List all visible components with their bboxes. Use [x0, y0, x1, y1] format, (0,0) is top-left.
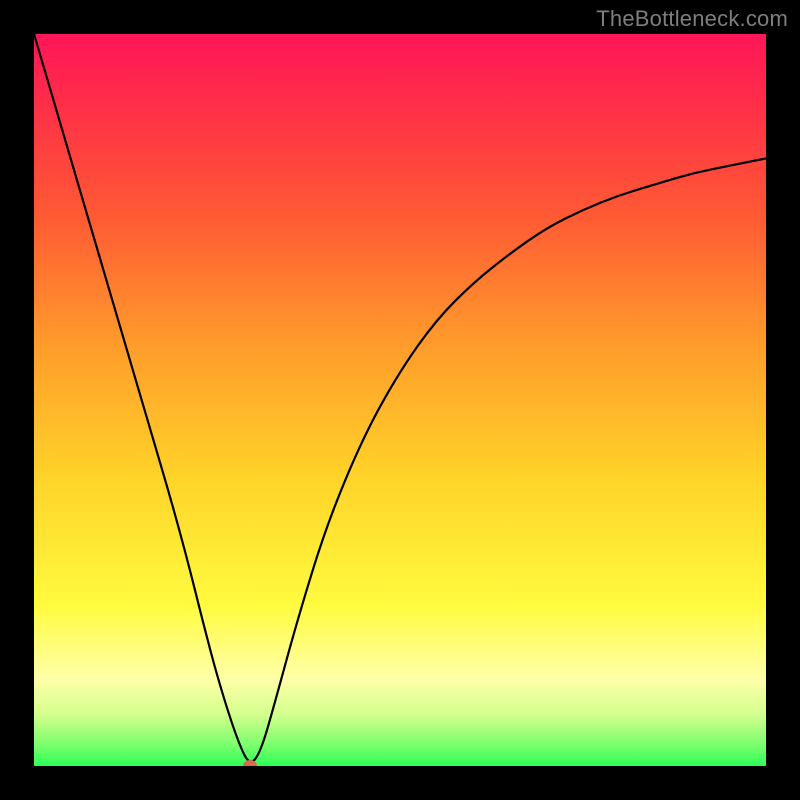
background-gradient: [34, 34, 766, 766]
optimum-marker: [243, 760, 257, 766]
watermark-text: TheBottleneck.com: [596, 6, 788, 32]
plot-area: [34, 34, 766, 766]
